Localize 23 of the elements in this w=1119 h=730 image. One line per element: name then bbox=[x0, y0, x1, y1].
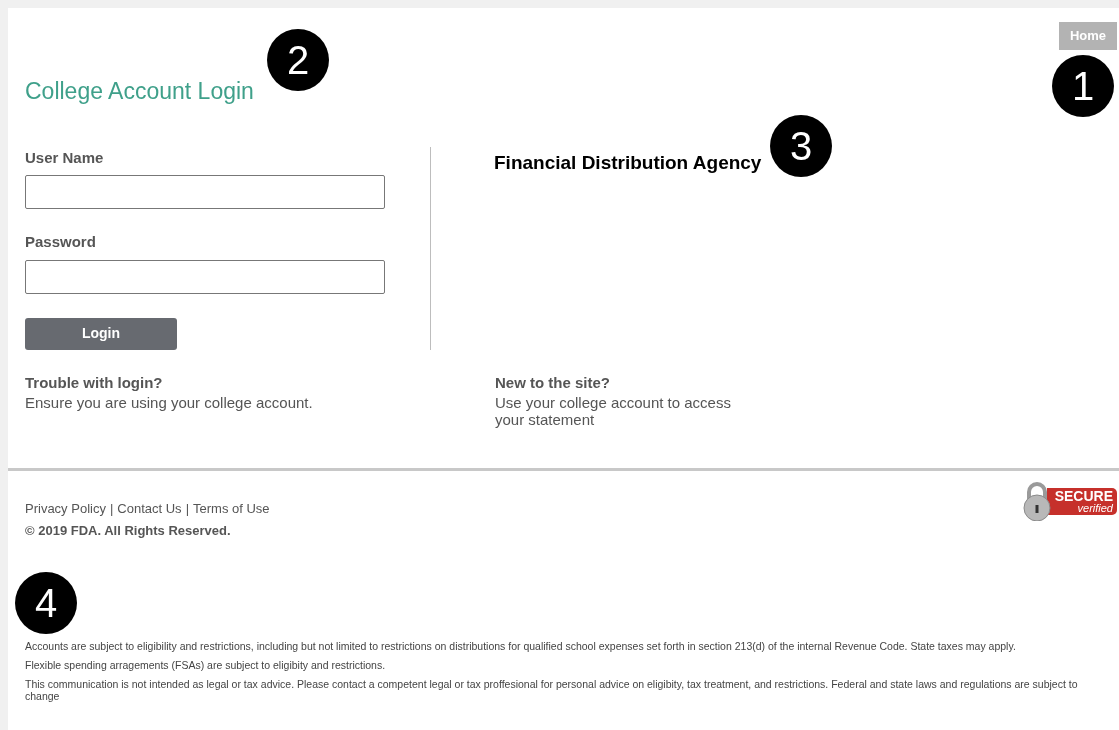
link-separator: | bbox=[109, 500, 114, 518]
copyright-text: © 2019 FDA. All Rights Reserved. bbox=[25, 521, 231, 540]
link-separator: | bbox=[185, 500, 189, 518]
login-button[interactable]: Login bbox=[25, 317, 177, 350]
help-heading: New to the site? bbox=[495, 372, 610, 393]
disclaimer-text: This communication is not intended as legal or tax advice. Please contact a competent legal or tax proffesional for personal advice on eligibity, tax treatment, and restrictions. Federal and state laws and regulations are subject to change bbox=[25, 678, 1079, 702]
input-field[interactable] bbox=[25, 175, 385, 209]
footer-link[interactable]: Contact Us bbox=[117, 499, 182, 519]
footer-link[interactable]: Terms of Use bbox=[193, 499, 270, 519]
badge-subtitle: verified bbox=[1077, 502, 1113, 514]
help-text: Use your college account to access your statement bbox=[495, 394, 732, 428]
field-label: User Name bbox=[25, 147, 104, 168]
footer-link[interactable]: Privacy Policy bbox=[25, 499, 106, 519]
badge-title: SECURE bbox=[1054, 488, 1113, 503]
disclaimer-text: Accounts are subject to eligibility and restrictions, including but not limited to restrictions on distributions for qualified school expenses set forth in section 213(d) of the internal Revenue Code. State taxes may apply. bbox=[25, 640, 1017, 652]
input-field[interactable] bbox=[25, 259, 385, 294]
agency-name: Financial Distribution Agency bbox=[494, 150, 762, 175]
page-title: College Account Login bbox=[25, 79, 254, 103]
field-label: Password bbox=[25, 232, 96, 252]
help-text: Ensure you are using your college account. bbox=[25, 394, 314, 411]
help-heading: Trouble with login? bbox=[25, 372, 163, 393]
padlock-icon bbox=[1020, 481, 1053, 521]
disclaimer-text: Flexible spending arragements (FSAs) are subject to eligibity and restrictions. bbox=[25, 659, 387, 671]
